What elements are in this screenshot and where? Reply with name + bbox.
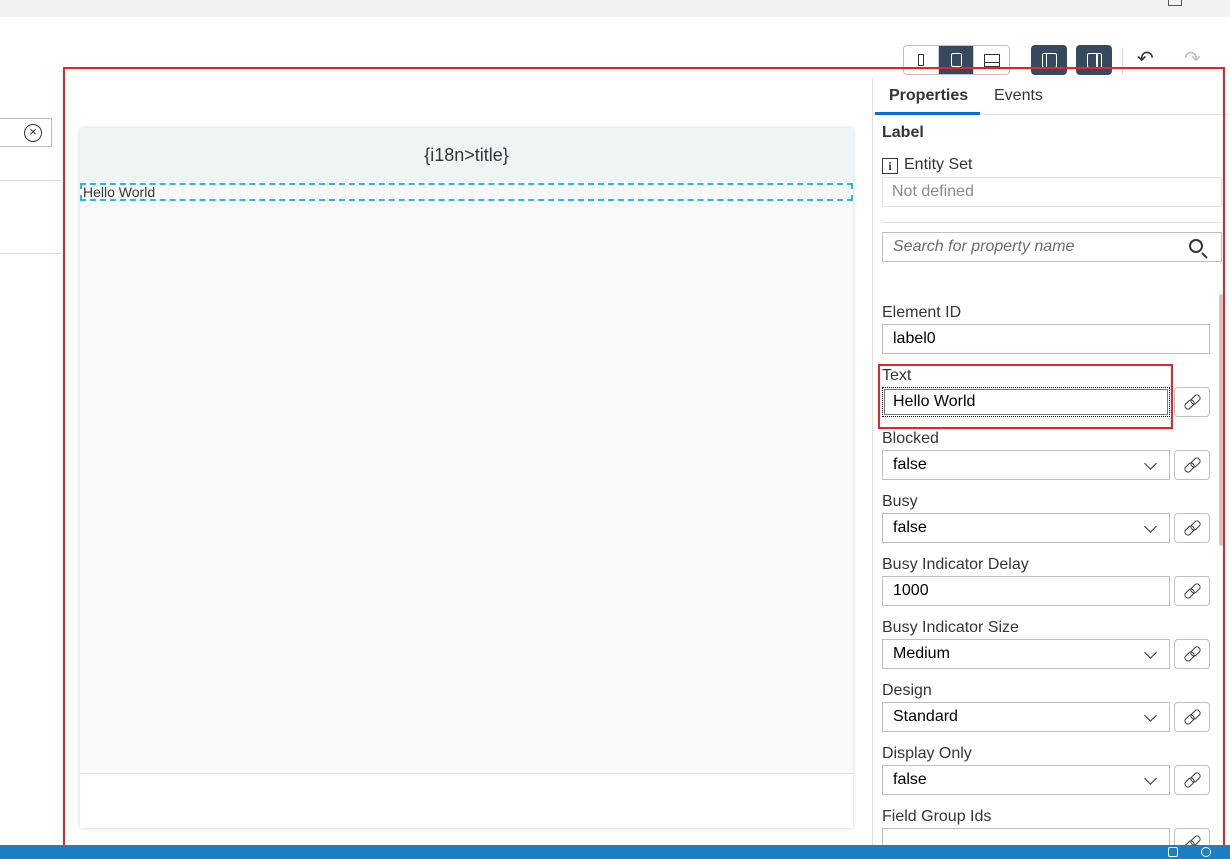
undo-icon[interactable]: ↶	[1137, 49, 1154, 69]
selected-label-control[interactable]: Hello World	[80, 183, 853, 201]
tablet-view-button[interactable]	[939, 46, 974, 74]
chevron-down-icon	[1144, 520, 1157, 533]
desktop-view-button[interactable]	[974, 46, 1009, 74]
busy-select[interactable]: false	[882, 513, 1170, 543]
entity-set-field[interactable]: Not defined	[882, 177, 1222, 207]
redo-icon[interactable]: ↷	[1184, 49, 1201, 69]
field-value: false	[893, 456, 927, 473]
control-type-title: Label	[882, 124, 924, 141]
property-label: Field Group Ids	[882, 808, 992, 825]
text-input[interactable]: Hello World	[882, 387, 1170, 417]
page-footer[interactable]	[80, 773, 853, 828]
properties-scrollbar[interactable]	[1219, 294, 1223, 546]
bind-button[interactable]	[1174, 702, 1210, 732]
left-panel-icon	[1041, 52, 1057, 68]
page-title: {i18n>title}	[424, 144, 509, 165]
property-label: Busy Indicator Delay	[882, 556, 1029, 573]
property-search-input[interactable]: Search for property name	[882, 232, 1222, 262]
tab-properties[interactable]: Properties	[889, 87, 968, 105]
bind-button[interactable]	[1174, 387, 1210, 417]
right-panel-icon	[1086, 52, 1102, 68]
link-icon	[1185, 584, 1199, 598]
clear-icon[interactable]: ×	[24, 124, 42, 142]
toolbar-separator	[1122, 48, 1123, 74]
field-value: label0	[893, 330, 936, 347]
bind-button[interactable]	[1174, 576, 1210, 606]
chevron-down-icon	[1144, 646, 1157, 659]
bind-button[interactable]	[1174, 765, 1210, 795]
property-label: Display Only	[882, 745, 972, 762]
bind-button[interactable]	[1174, 639, 1210, 669]
property-label: Busy Indicator Size	[882, 619, 1019, 636]
phone-icon	[918, 54, 924, 66]
field-value: 1000	[893, 582, 929, 599]
link-icon	[1185, 773, 1199, 787]
bell-icon[interactable]	[1201, 847, 1211, 857]
busy-indicator-delay-input[interactable]: 1000	[882, 576, 1170, 606]
bind-button[interactable]	[1174, 513, 1210, 543]
desktop-icon	[983, 53, 1000, 67]
page-header[interactable]: {i18n>title}	[80, 128, 853, 182]
device-switcher	[903, 45, 1010, 75]
busy-indicator-size-select[interactable]: Medium	[882, 639, 1170, 669]
field-value: false	[893, 519, 927, 536]
properties-panel: Properties Events Label i Entity Set Not…	[872, 79, 1230, 858]
field-value: Hello World	[893, 393, 976, 410]
left-divider	[0, 253, 62, 254]
link-icon	[1185, 710, 1199, 724]
search-icon[interactable]	[1189, 239, 1203, 253]
left-pane	[0, 79, 62, 845]
properties-tabs: Properties Events	[873, 79, 1230, 115]
field-value: Medium	[893, 645, 950, 662]
link-icon	[1185, 521, 1199, 535]
chevron-down-icon	[1144, 709, 1157, 722]
toggle-right-panel-button[interactable]	[1076, 45, 1112, 75]
property-label: Busy	[882, 493, 918, 510]
tablet-icon	[950, 53, 962, 67]
active-tab-indicator	[875, 112, 980, 115]
window-icon[interactable]	[1168, 0, 1182, 6]
link-icon	[1185, 458, 1199, 472]
link-icon	[1185, 647, 1199, 661]
property-label: Element ID	[882, 304, 962, 321]
design-select[interactable]: Standard	[882, 702, 1170, 732]
phone-view-button[interactable]	[904, 46, 939, 74]
property-label: Design	[882, 682, 932, 699]
property-label: Blocked	[882, 430, 939, 447]
toggle-left-panel-button[interactable]	[1031, 45, 1067, 75]
display-only-select[interactable]: false	[882, 765, 1170, 795]
tab-events[interactable]: Events	[994, 87, 1043, 105]
info-icon[interactable]: i	[882, 158, 898, 174]
field-value: false	[893, 771, 927, 788]
chevron-down-icon	[1144, 772, 1157, 785]
page-preview[interactable]: {i18n>title} Hello World	[80, 128, 853, 828]
status-bar	[0, 845, 1230, 859]
bind-button[interactable]	[1174, 450, 1210, 480]
browser-top-strip	[0, 0, 1230, 17]
chevron-down-icon	[1144, 457, 1157, 470]
link-icon	[1185, 395, 1199, 409]
element-id-input[interactable]: label0	[882, 324, 1210, 354]
left-divider	[0, 180, 62, 181]
notification-icon[interactable]	[1168, 847, 1178, 857]
property-label: Text	[882, 367, 912, 384]
entity-set-label: Entity Set	[904, 156, 973, 173]
blocked-select[interactable]: false	[882, 450, 1170, 480]
panel-divider	[882, 222, 1222, 223]
field-value: Standard	[893, 708, 958, 725]
